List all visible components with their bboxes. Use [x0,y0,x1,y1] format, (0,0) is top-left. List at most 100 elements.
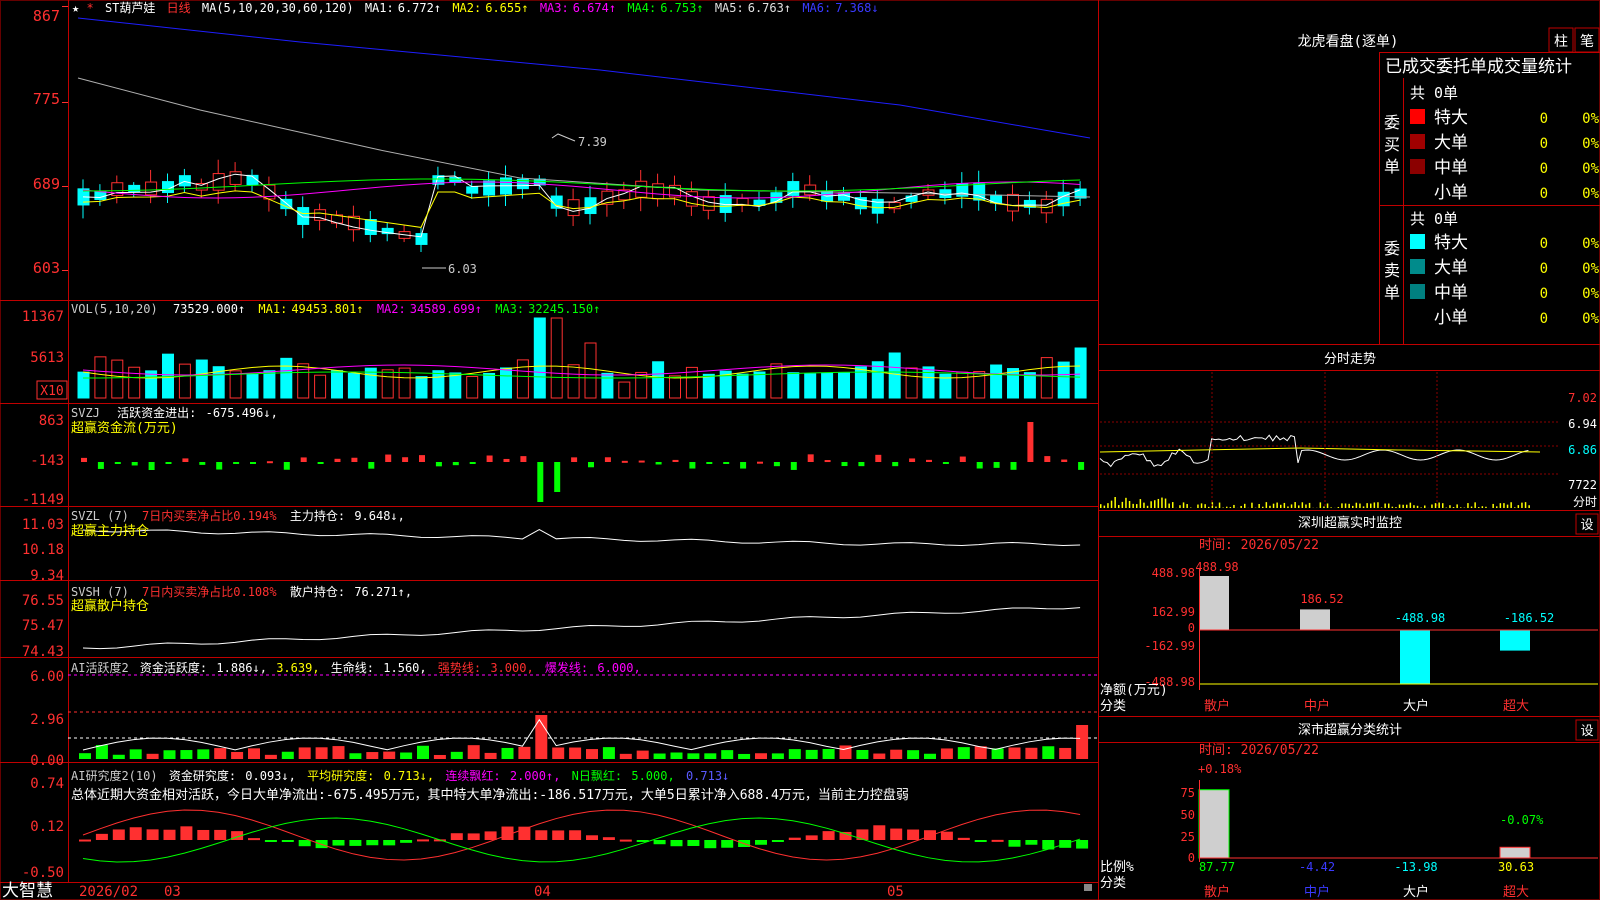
svsh-axis-label: 75.47 [22,618,64,634]
buy-swatch [1410,159,1425,174]
ma-label: MA(5,10,20,30,60,120) [202,1,354,15]
volume-bar [854,366,867,399]
svg-text:VOL(5,10,20) 73529.000↑: VOL(5,10,20) 73529.000↑ MA1: 49453.801↑ M… [71,302,600,316]
tab-bar-label[interactable]: 柱 [1554,34,1568,50]
monitor-bar [1500,630,1530,651]
intraday-volume-bar [1478,507,1480,508]
intraday-volume-bar [1362,506,1365,508]
research-bar [653,840,666,845]
volume-bar [1007,368,1019,399]
intraday-volume-bar [1154,500,1156,508]
activity-line [82,718,1081,751]
research-bar [281,840,294,842]
flow-bar [841,462,848,467]
flow-bar [672,459,679,462]
research-bar [924,830,936,840]
price-candles[interactable] [77,159,1087,252]
intraday-volume-bar [1208,506,1210,508]
intraday-volume-bar [1269,505,1271,508]
star-icon[interactable]: ★ [72,1,79,15]
classify-category: 散户 [1204,884,1230,900]
intraday-volume-bar [1416,505,1419,508]
volume-bar [550,317,563,399]
volume-bar [888,352,901,399]
activity-bar [180,750,193,759]
activity-bar [1059,747,1072,759]
buy-row-count: 0 [1540,161,1548,177]
sell-row-count: 0 [1540,286,1548,302]
sell-side-label: 单 [1384,283,1400,302]
svzl-axis-label: 10.18 [22,542,64,558]
intraday-volume-bar [1132,503,1134,508]
volume-bar [753,371,766,399]
stock-name: ST葫芦娃 [105,1,155,15]
activity-bar [974,746,987,759]
intraday-volume-bar [1521,502,1523,508]
volume-bars[interactable] [77,317,1087,399]
classify-top-label: +0.18% [1198,762,1242,776]
flow-bar [469,462,476,464]
intraday-volume-bar [1179,505,1181,508]
activity-bar [755,753,767,759]
volume-bar [77,371,90,399]
flow-bar [216,462,223,470]
intraday-volume-bar [1150,501,1152,508]
classify-settings-label[interactable]: 设 [1580,724,1593,739]
research-bar [383,840,396,846]
intraday-volume-bar [1301,502,1304,508]
flow-bar [740,462,747,469]
flow-bar [621,460,628,463]
research-bar [602,837,615,840]
tab-tick-label[interactable]: 笔 [1580,34,1594,50]
monitor-bar [1199,576,1229,630]
flow-bar [807,454,814,462]
flow-bar [723,462,730,464]
candle-body [483,180,496,196]
activity-bar [687,753,700,759]
classify-axis-label: 75 [1181,786,1195,800]
activity-bar [552,747,565,759]
research-bar [856,829,869,840]
svg-text:AI活跃度2 资金活跃度: 1.886↓,: AI活跃度2 资金活跃度: 1.886↓, 3.639, 生命线: 1.560,… [71,660,641,675]
intraday-volume-bar [1355,502,1358,508]
candle-body [364,219,377,235]
activity-bar [349,753,362,759]
research-bar [1076,840,1089,849]
activity-bar [450,751,463,759]
classify-ylabel: 比例% [1100,860,1134,875]
svg-text:SVSH (7) 7日内买卖净占比0.108%: SVSH (7) 7日内买卖净占比0.108% 散户持仓: 76.271↑, [71,584,412,599]
buy-row-pct: 0% [1582,111,1599,127]
intraday-volume-bar [1510,502,1512,508]
activity-bar [197,749,210,759]
activity-bar [332,746,345,759]
period-label[interactable]: 日线 [167,1,191,15]
flow-bar [689,462,696,469]
activity-bar [214,748,227,759]
monitor-value: 488.98 [1195,560,1238,574]
activity-bar [991,748,1004,759]
flow-bar [402,457,409,462]
monitor-settings-label[interactable]: 设 [1580,518,1593,533]
volume-bar [838,372,850,399]
screen-border [0,0,1600,900]
research-bar [95,833,108,840]
intraday-volume-bar [1481,506,1484,508]
flow-bar [926,459,932,462]
classify-category: 中户 [1304,884,1330,900]
volume-bar [533,317,546,399]
lock-icon[interactable] [1084,884,1092,891]
intraday-volume-bar [1226,506,1228,508]
intraday-volume-bar [1406,504,1408,508]
activity-bar [907,750,920,759]
classify-axis-label: 25 [1181,830,1195,844]
intraday-volume-bar [1420,507,1422,508]
candle-body [94,191,107,201]
flow-bar [1010,462,1017,470]
vol-title: VOL(5,10,20) [71,302,158,316]
intraday-volume-bar [1146,505,1149,508]
research-bar [1025,840,1038,845]
brand-logo[interactable]: 大智慧 [2,881,53,900]
flow-bar [419,455,425,462]
flow-bar [773,462,780,467]
buy-row-label: 特大 [1434,108,1468,128]
